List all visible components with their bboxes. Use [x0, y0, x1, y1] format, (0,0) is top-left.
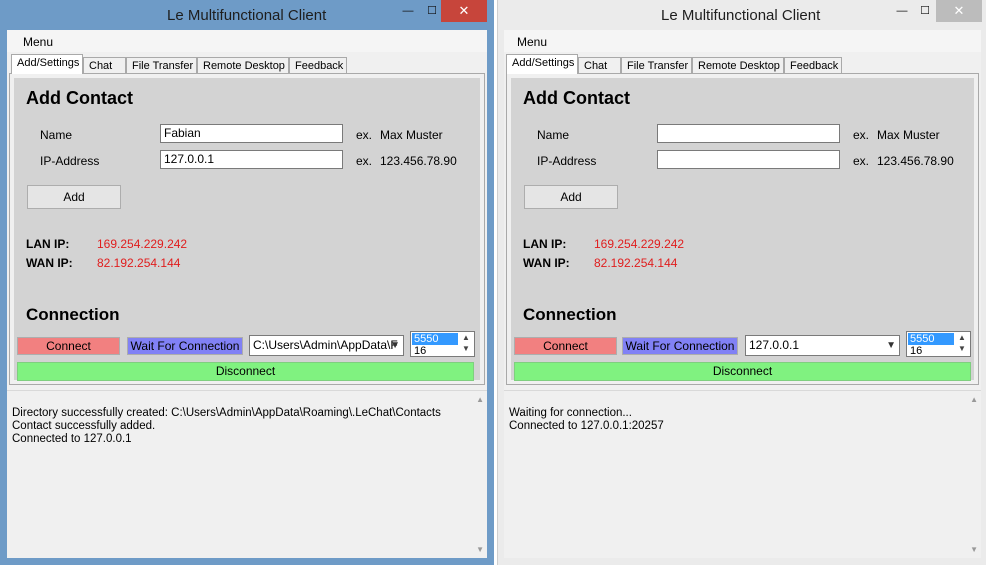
lan-ip-label: LAN IP: — [26, 237, 70, 251]
wan-ip-value: 82.192.254.144 — [97, 256, 181, 270]
name-input[interactable]: Fabian — [160, 124, 343, 143]
lan-ip-label: LAN IP: — [523, 237, 567, 251]
scroll-down-icon[interactable]: ▼ — [970, 545, 978, 554]
client-window-right: Le Multifunctional Client — ☐ ✕ Menu Add… — [497, 0, 986, 565]
port-value: 5550 — [908, 333, 954, 345]
log-output[interactable]: Directory successfully created: C:\Users… — [7, 390, 487, 558]
address-combobox-value: 127.0.0.1 — [749, 338, 800, 352]
tab-remote-desktop[interactable]: Remote Desktop — [197, 57, 289, 74]
ip-address-label: IP-Address — [537, 154, 597, 168]
log-line: Contact successfully added. — [12, 420, 156, 432]
settings-panel: Add Contact Name Fabian ex. Max Muster I… — [9, 73, 485, 385]
name-example-prefix: ex. — [356, 128, 373, 142]
port-value: 5550 — [412, 333, 458, 345]
minimize-button[interactable]: — — [395, 0, 421, 22]
ip-address-label: IP-Address — [40, 154, 100, 168]
add-contact-button[interactable]: Add — [27, 185, 121, 209]
menu-item-menu[interactable]: Menu — [23, 35, 53, 49]
tab-feedback[interactable]: Feedback — [784, 57, 842, 74]
close-button[interactable]: ✕ — [936, 0, 982, 22]
wan-ip-label: WAN IP: — [523, 256, 570, 270]
port-next-value: 16 — [910, 345, 923, 357]
close-button[interactable]: ✕ — [441, 0, 487, 22]
window-client-area: Menu Add/Settings Chat File Transfer Rem… — [7, 30, 487, 558]
add-contact-heading: Add Contact — [523, 88, 630, 108]
window-title: Le Multifunctional Client — [661, 7, 821, 24]
ip-example: 123.456.78.90 — [380, 154, 457, 168]
add-contact-heading: Add Contact — [26, 88, 133, 108]
settings-panel-body: Add Contact Name Fabian ex. Max Muster I… — [14, 78, 480, 381]
address-combobox-value: C:\Users\Admin\AppData\F — [253, 338, 398, 352]
spin-down-icon[interactable]: ▼ — [956, 344, 968, 353]
menu-item-menu[interactable]: Menu — [517, 35, 547, 49]
ip-example: 123.456.78.90 — [877, 154, 954, 168]
ip-example-prefix: ex. — [356, 154, 373, 168]
lan-ip-value: 169.254.229.242 — [97, 237, 188, 251]
tab-add-settings[interactable]: Add/Settings — [11, 54, 83, 74]
add-contact-button[interactable]: Add — [524, 185, 618, 209]
tab-add-settings[interactable]: Add/Settings — [506, 54, 578, 74]
name-example: Max Muster — [380, 128, 443, 142]
disconnect-button[interactable]: Disconnect — [17, 362, 474, 381]
chevron-down-icon[interactable]: ▼ — [886, 336, 896, 355]
menu-bar: Menu — [7, 30, 487, 52]
settings-panel-body: Add Contact Name ex. Max Muster IP-Addre… — [511, 78, 974, 381]
port-spinner[interactable]: 5550 16 ▲ ▼ — [410, 331, 475, 357]
connection-heading: Connection — [523, 305, 617, 324]
title-bar[interactable]: Le Multifunctional Client — ☐ ✕ — [498, 0, 986, 30]
window-client-area: Menu Add/Settings Chat File Transfer Rem… — [504, 30, 981, 558]
log-line: Connected to 127.0.0.1 — [12, 433, 132, 445]
name-input[interactable] — [657, 124, 840, 143]
address-combobox[interactable]: 127.0.0.1 ▼ — [745, 335, 900, 356]
tab-file-transfer[interactable]: File Transfer — [126, 57, 197, 74]
wait-for-connection-button[interactable]: Wait For Connection — [127, 337, 243, 355]
ip-example-prefix: ex. — [853, 154, 870, 168]
spin-up-icon[interactable]: ▲ — [460, 333, 472, 342]
settings-panel: Add Contact Name ex. Max Muster IP-Addre… — [506, 73, 979, 385]
log-line: Directory successfully created: C:\Users… — [12, 407, 441, 419]
name-label: Name — [537, 128, 570, 142]
log-line: Waiting for connection... — [509, 407, 632, 419]
client-window-left: Le Multifunctional Client — ☐ ✕ Menu Add… — [0, 0, 494, 565]
port-next-value: 16 — [414, 345, 427, 357]
name-example: Max Muster — [877, 128, 940, 142]
menu-bar: Menu — [504, 30, 981, 52]
window-title: Le Multifunctional Client — [167, 7, 327, 24]
name-example-prefix: ex. — [853, 128, 870, 142]
address-combobox[interactable]: C:\Users\Admin\AppData\F ▼ — [249, 335, 404, 356]
scroll-up-icon[interactable]: ▲ — [970, 395, 978, 404]
spin-up-icon[interactable]: ▲ — [956, 333, 968, 342]
ip-address-input[interactable]: 127.0.0.1 — [160, 150, 343, 169]
lan-ip-value: 169.254.229.242 — [594, 237, 685, 251]
tab-chat[interactable]: Chat — [578, 57, 621, 74]
tab-feedback[interactable]: Feedback — [289, 57, 347, 74]
log-line: Connected to 127.0.0.1:20257 — [509, 420, 664, 432]
title-bar[interactable]: Le Multifunctional Client — ☐ ✕ — [0, 0, 494, 30]
log-output[interactable]: Waiting for connection... Connected to 1… — [504, 390, 981, 558]
tab-file-transfer[interactable]: File Transfer — [621, 57, 692, 74]
wan-ip-label: WAN IP: — [26, 256, 73, 270]
port-spinner[interactable]: 5550 16 ▲ ▼ — [906, 331, 971, 357]
ip-address-input[interactable] — [657, 150, 840, 169]
scroll-down-icon[interactable]: ▼ — [476, 545, 484, 554]
connect-button[interactable]: Connect — [514, 337, 617, 355]
spin-down-icon[interactable]: ▼ — [460, 344, 472, 353]
tab-remote-desktop[interactable]: Remote Desktop — [692, 57, 784, 74]
name-label: Name — [40, 128, 73, 142]
wan-ip-value: 82.192.254.144 — [594, 256, 678, 270]
connection-heading: Connection — [26, 305, 120, 324]
maximize-button[interactable]: ☐ — [912, 0, 938, 22]
disconnect-button[interactable]: Disconnect — [514, 362, 971, 381]
scroll-up-icon[interactable]: ▲ — [476, 395, 484, 404]
chevron-down-icon[interactable]: ▼ — [390, 336, 400, 355]
wait-for-connection-button[interactable]: Wait For Connection — [622, 337, 738, 355]
tab-chat[interactable]: Chat — [83, 57, 126, 74]
connect-button[interactable]: Connect — [17, 337, 120, 355]
